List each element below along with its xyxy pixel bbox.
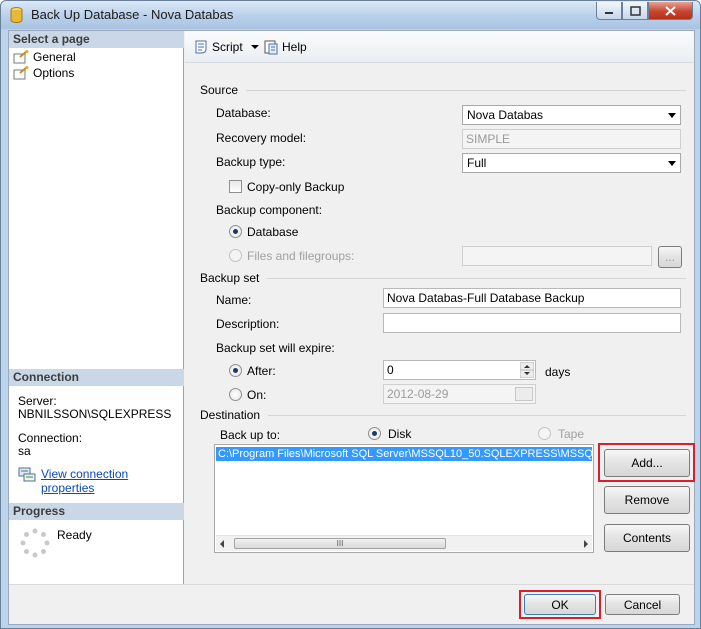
expire-date-value: 2012-08-29	[387, 387, 449, 401]
name-label: Name:	[216, 293, 252, 307]
description-input[interactable]	[383, 313, 681, 333]
select-page-header: Select a page	[9, 31, 184, 48]
expire-after-radio[interactable]	[229, 364, 242, 377]
backup-type-select[interactable]: Full	[462, 153, 681, 173]
server-value: NBNILSSON\SQLEXPRESS	[18, 407, 172, 421]
source-section-label: Source	[200, 83, 239, 97]
recovery-model-label: Recovery model:	[216, 131, 307, 145]
expire-after-label: After:	[247, 364, 276, 378]
progress-header: Progress	[9, 503, 184, 520]
backup-set-section-label: Backup set	[200, 271, 260, 285]
destination-section-label: Destination	[200, 408, 261, 422]
destination-path-item[interactable]: C:\Program Files\Microsoft SQL Server\MS…	[216, 447, 592, 461]
disk-label: Disk	[388, 427, 412, 441]
tape-radio[interactable]	[538, 427, 551, 440]
backup-database-window: Back Up Database - Nova Databas Select a…	[0, 0, 701, 629]
script-icon	[195, 40, 207, 54]
ok-button[interactable]: OK	[524, 594, 596, 615]
remove-destination-button[interactable]: Remove	[604, 486, 690, 514]
page-general[interactable]: General	[13, 49, 76, 65]
progress-spinner-icon	[20, 528, 50, 558]
expire-days-value: 0	[387, 363, 394, 377]
copy-only-checkbox[interactable]	[229, 180, 242, 193]
database-icon	[10, 7, 23, 23]
connection-properties-icon	[18, 467, 36, 482]
chevron-down-icon	[250, 45, 259, 49]
database-value: Nova Databas	[467, 108, 544, 122]
page-general-label: General	[33, 50, 76, 64]
component-database-label: Database	[247, 225, 299, 239]
tape-label: Tape	[558, 427, 585, 441]
left-pane: Select a page General Options Connection…	[9, 31, 184, 584]
component-files-radio[interactable]	[229, 249, 242, 262]
connection-header: Connection	[9, 369, 184, 386]
calendar-dropdown-icon[interactable]	[515, 387, 533, 401]
backup-name-value: Nova Databas-Full Database Backup	[387, 291, 585, 305]
wrench-page-icon	[13, 66, 29, 80]
minimize-icon	[605, 11, 613, 14]
toolbar: Script Help	[185, 31, 694, 63]
expire-days-stepper[interactable]: 0	[383, 360, 536, 380]
view-connection-properties-link[interactable]: View connection properties	[41, 467, 183, 495]
connection-label: Connection:	[18, 431, 83, 445]
add-destination-button[interactable]: Add...	[604, 449, 690, 477]
browse-filegroups-button[interactable]: ...	[658, 246, 682, 268]
backup-to-label: Back up to:	[220, 428, 281, 442]
scroll-right-icon[interactable]	[583, 540, 589, 548]
contents-button[interactable]: Contents	[604, 524, 690, 552]
chevron-down-icon	[668, 113, 676, 118]
page-options[interactable]: Options	[13, 65, 74, 81]
expire-on-radio[interactable]	[229, 388, 242, 401]
help-button[interactable]: Help	[263, 38, 307, 56]
stepper-arrows-icon[interactable]	[520, 362, 534, 378]
component-files-label: Files and filegroups:	[247, 249, 355, 263]
days-label: days	[545, 365, 571, 379]
dialog-client: Select a page General Options Connection…	[8, 30, 695, 625]
wrench-page-icon	[13, 50, 29, 64]
help-label: Help	[282, 40, 307, 54]
copy-only-label: Copy-only Backup	[247, 180, 345, 194]
close-icon	[665, 5, 676, 16]
backup-set-section-header: Backup set	[200, 271, 686, 285]
page-options-label: Options	[33, 66, 75, 80]
component-database-radio[interactable]	[229, 225, 242, 238]
script-label: Script	[212, 40, 243, 54]
database-select[interactable]: Nova Databas	[462, 105, 681, 125]
expire-label: Backup set will expire:	[216, 341, 335, 355]
progress-status: Ready	[57, 528, 92, 542]
expire-on-label: On:	[247, 388, 267, 402]
horizontal-scrollbar[interactable]: III	[216, 535, 592, 551]
title-bar[interactable]: Back Up Database - Nova Databas	[1, 1, 700, 29]
help-icon	[264, 40, 278, 55]
disk-radio[interactable]	[368, 427, 381, 440]
recovery-model-value: SIMPLE	[466, 132, 511, 146]
connection-value: sa	[18, 444, 31, 458]
scroll-thumb[interactable]: III	[234, 538, 446, 549]
destination-section-header: Destination	[200, 408, 686, 422]
backup-type-value: Full	[467, 156, 487, 170]
server-label: Server:	[18, 394, 57, 408]
filegroups-field	[462, 246, 652, 266]
expire-date-picker[interactable]: 2012-08-29	[383, 384, 536, 404]
script-button[interactable]: Script	[193, 38, 262, 56]
backup-type-label: Backup type:	[216, 155, 286, 169]
destination-list[interactable]: C:\Program Files\Microsoft SQL Server\MS…	[214, 444, 594, 553]
dialog-footer: OK Cancel	[9, 584, 694, 624]
close-button[interactable]	[648, 2, 693, 20]
source-section-header: Source	[200, 83, 686, 97]
description-label: Description:	[216, 317, 280, 331]
recovery-model-field: SIMPLE	[462, 129, 681, 149]
right-pane: Script Help Source Database: Nova Databa…	[185, 31, 695, 584]
maximize-button[interactable]	[622, 2, 648, 20]
backup-component-label: Backup component:	[216, 203, 323, 217]
cancel-button[interactable]: Cancel	[605, 594, 680, 615]
minimize-button[interactable]	[596, 2, 622, 20]
scroll-left-icon[interactable]	[219, 540, 225, 548]
maximize-icon	[629, 5, 641, 16]
backup-name-input[interactable]: Nova Databas-Full Database Backup	[383, 288, 681, 308]
database-label: Database:	[216, 106, 271, 120]
chevron-down-icon	[668, 161, 676, 166]
window-title: Back Up Database - Nova Databas	[31, 7, 234, 22]
